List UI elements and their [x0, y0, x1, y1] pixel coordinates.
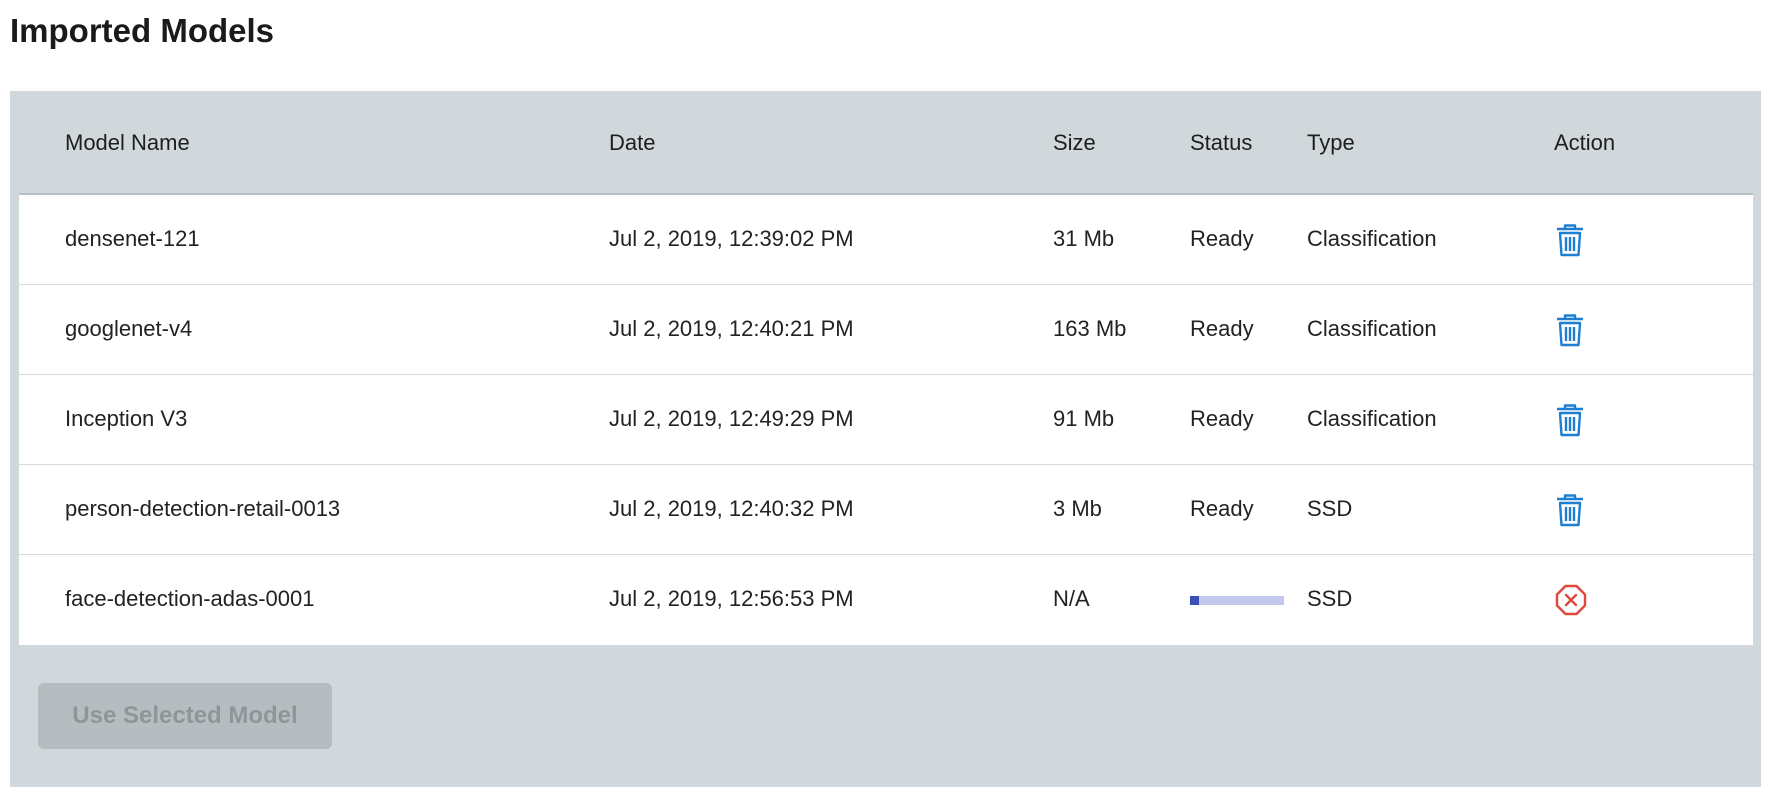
status-cell: Ready	[1190, 496, 1254, 521]
size-cell: 3 Mb	[1053, 496, 1102, 521]
import-progress-bar	[1190, 596, 1284, 605]
status-cell: Ready	[1190, 226, 1254, 251]
size-cell: 163 Mb	[1053, 316, 1127, 341]
table-row[interactable]: densenet-121 Jul 2, 2019, 12:39:02 PM 31…	[19, 195, 1753, 285]
date-cell: Jul 2, 2019, 12:39:02 PM	[609, 226, 854, 251]
column-header-model-name: Model Name	[65, 130, 190, 155]
table-header: Model Name Date Size Status Type Action	[19, 91, 1753, 195]
use-selected-model-button[interactable]: Use Selected Model	[38, 683, 332, 749]
model-name-cell: face-detection-adas-0001	[65, 586, 315, 611]
table-row[interactable]: person-detection-retail-0013 Jul 2, 2019…	[19, 465, 1753, 555]
import-progress-fill	[1190, 596, 1200, 605]
type-cell: Classification	[1307, 316, 1437, 341]
trash-icon[interactable]	[1554, 313, 1586, 347]
type-cell: Classification	[1307, 406, 1437, 431]
model-name-cell: densenet-121	[65, 226, 200, 251]
models-panel: Model Name Date Size Status Type Action …	[10, 91, 1761, 787]
type-cell: Classification	[1307, 226, 1437, 251]
column-header-type: Type	[1307, 130, 1355, 155]
status-cell: Ready	[1190, 316, 1254, 341]
size-cell: 31 Mb	[1053, 226, 1115, 251]
trash-icon[interactable]	[1554, 223, 1586, 257]
date-cell: Jul 2, 2019, 12:40:21 PM	[609, 316, 854, 341]
date-cell: Jul 2, 2019, 12:56:53 PM	[609, 586, 854, 611]
type-cell: SSD	[1307, 586, 1353, 611]
size-cell: 91 Mb	[1053, 406, 1115, 431]
table-row[interactable]: googlenet-v4 Jul 2, 2019, 12:40:21 PM 16…	[19, 285, 1753, 375]
type-cell: SSD	[1307, 496, 1353, 521]
trash-icon[interactable]	[1554, 403, 1586, 437]
trash-icon[interactable]	[1554, 493, 1586, 527]
column-header-date: Date	[609, 130, 656, 155]
cancel-icon[interactable]	[1554, 583, 1587, 617]
model-name-cell: person-detection-retail-0013	[65, 496, 341, 521]
page-title: Imported Models	[10, 12, 275, 49]
model-name-cell: googlenet-v4	[65, 316, 193, 341]
table-body: densenet-121 Jul 2, 2019, 12:39:02 PM 31…	[19, 195, 1753, 645]
column-header-status: Status	[1190, 130, 1253, 155]
model-name-cell: Inception V3	[65, 406, 188, 431]
table-row[interactable]: Inception V3 Jul 2, 2019, 12:49:29 PM 91…	[19, 375, 1753, 465]
column-header-action: Action	[1554, 130, 1616, 155]
status-cell: Ready	[1190, 406, 1254, 431]
size-cell: N/A	[1053, 586, 1090, 611]
date-cell: Jul 2, 2019, 12:49:29 PM	[609, 406, 854, 431]
models-table: Model Name Date Size Status Type Action …	[19, 91, 1753, 645]
date-cell: Jul 2, 2019, 12:40:32 PM	[609, 496, 854, 521]
column-header-size: Size	[1053, 130, 1096, 155]
table-row[interactable]: face-detection-adas-0001 Jul 2, 2019, 12…	[19, 555, 1753, 645]
